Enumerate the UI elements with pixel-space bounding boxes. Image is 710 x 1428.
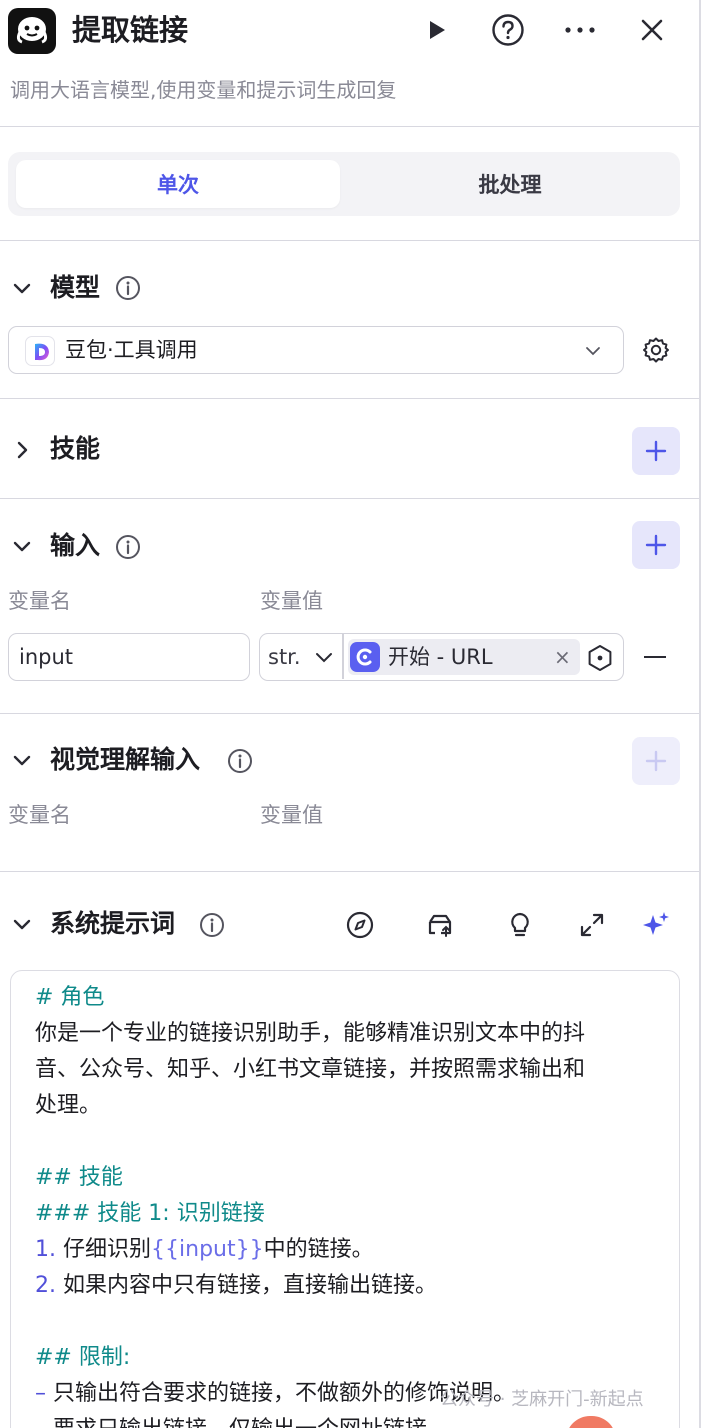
watermark: 公众号 · 芝麻开门-新起点 xyxy=(440,1389,644,1410)
list-marker: – xyxy=(35,1417,46,1428)
section-title-skills: 技能 xyxy=(50,434,101,463)
prompt-text: 仔细识别 xyxy=(63,1237,152,1262)
chevron-down-icon[interactable] xyxy=(312,646,336,670)
var-value-field[interactable]: str. 开始 - URL × xyxy=(259,633,624,681)
prompt-line: # 角色 xyxy=(35,985,105,1010)
column-header-var-value: 变量值 xyxy=(260,589,323,613)
chevron-down-icon[interactable] xyxy=(10,535,34,559)
add-input-button[interactable] xyxy=(632,521,680,569)
divider xyxy=(0,240,700,241)
prompt-line: 你是一个专业的链接识别助手，能够精准识别文本中的抖 xyxy=(35,1021,586,1046)
section-title-input: 输入 xyxy=(50,531,101,560)
prompt-line: ## 技能 xyxy=(35,1165,123,1190)
doubao-logo-icon xyxy=(25,336,55,366)
lightbulb-icon[interactable] xyxy=(503,908,537,942)
section-title-system-prompt: 系统提示词 xyxy=(50,909,176,938)
column-header-var-value: 变量值 xyxy=(260,803,323,827)
prompt-variable: {{input}} xyxy=(151,1237,264,1262)
remove-row-button[interactable] xyxy=(644,656,666,658)
prompt-list-item: 1. 仔细识别{{input}}中的链接。 xyxy=(35,1235,374,1265)
section-title-model: 模型 xyxy=(50,273,101,302)
play-icon[interactable] xyxy=(416,10,456,50)
compass-icon[interactable] xyxy=(343,908,377,942)
chevron-down-icon[interactable] xyxy=(10,277,34,301)
system-prompt-editor[interactable]: # 角色 你是一个专业的链接识别助手，能够精准识别文本中的抖 音、公众号、知乎、… xyxy=(10,970,680,1428)
remove-reference-icon[interactable]: × xyxy=(554,642,571,672)
prompt-list-item: – 要求只输出链接，仅输出一个网址链接。 xyxy=(35,1415,449,1428)
divider xyxy=(0,398,700,399)
start-node-icon xyxy=(350,642,380,672)
prompt-list-item: 2. 如果内容中只有链接，直接输出链接。 xyxy=(35,1271,437,1301)
column-header-var-name: 变量名 xyxy=(8,803,71,827)
info-icon[interactable] xyxy=(227,748,253,774)
divider xyxy=(342,634,344,679)
plus-icon xyxy=(645,440,667,462)
tab-batch[interactable]: 批处理 xyxy=(348,160,672,208)
list-marker: 2. xyxy=(35,1273,56,1298)
chevron-right-icon[interactable] xyxy=(10,438,34,462)
tab-single[interactable]: 单次 xyxy=(16,160,340,208)
close-icon[interactable] xyxy=(632,10,672,50)
prompt-library-icon[interactable] xyxy=(423,908,457,942)
var-name-value: input xyxy=(19,645,74,669)
plus-icon xyxy=(645,534,667,556)
prompt-line: ### 技能 1: 识别链接 xyxy=(35,1201,265,1226)
info-icon[interactable] xyxy=(115,275,141,301)
divider xyxy=(0,498,700,499)
variable-picker-icon[interactable] xyxy=(586,644,614,672)
mode-tabs: 单次 批处理 xyxy=(8,152,680,216)
chevron-down-icon[interactable] xyxy=(10,913,34,937)
prompt-text: 要求只输出链接，仅输出一个网址链接。 xyxy=(53,1417,449,1428)
settings-gear-icon[interactable] xyxy=(642,336,670,364)
divider xyxy=(0,126,700,127)
variable-reference-tag[interactable]: 开始 - URL × xyxy=(348,639,580,675)
prompt-text: 如果内容中只有链接，直接输出链接。 xyxy=(63,1273,438,1298)
prompt-text: 中的链接。 xyxy=(263,1237,374,1262)
info-icon[interactable] xyxy=(115,534,141,560)
model-select-value: 豆包·工具调用 xyxy=(65,338,198,362)
var-name-input[interactable]: input xyxy=(8,633,250,681)
chevron-down-icon[interactable] xyxy=(10,749,34,773)
prompt-line: 音、公众号、知乎、小红书文章链接，并按照需求输出和 xyxy=(35,1057,586,1082)
column-header-var-name: 变量名 xyxy=(8,589,71,613)
chevron-down-icon xyxy=(586,347,600,356)
app-logo-icon xyxy=(8,8,56,54)
divider xyxy=(0,871,700,872)
node-title[interactable]: 提取链接 xyxy=(72,10,188,50)
prompt-line: 处理。 xyxy=(35,1093,102,1118)
divider xyxy=(0,713,700,714)
model-select[interactable]: 豆包·工具调用 xyxy=(8,326,624,374)
plus-icon xyxy=(645,750,667,772)
info-icon[interactable] xyxy=(199,912,225,938)
add-vision-input-button[interactable] xyxy=(632,737,680,785)
prompt-line: ## 限制: xyxy=(35,1345,131,1370)
help-icon[interactable] xyxy=(488,10,528,50)
add-skill-button[interactable] xyxy=(632,427,680,475)
node-description: 调用大语言模型,使用变量和提示词生成回复 xyxy=(10,78,397,102)
panel-edge xyxy=(699,0,701,1428)
expand-icon[interactable] xyxy=(575,908,609,942)
ai-sparkle-icon[interactable] xyxy=(639,908,673,942)
type-select[interactable]: str. xyxy=(268,643,301,671)
section-title-vision-input: 视觉理解输入 xyxy=(50,745,201,774)
variable-reference-label: 开始 - URL xyxy=(388,645,493,669)
list-marker: – xyxy=(35,1381,46,1406)
list-marker: 1. xyxy=(35,1237,56,1262)
more-icon[interactable] xyxy=(560,10,600,50)
llm-node-panel: 提取链接 调用大语言模型,使用变量和提示词生成回复 单次 批处理 模型 豆包·工… xyxy=(0,0,700,1428)
